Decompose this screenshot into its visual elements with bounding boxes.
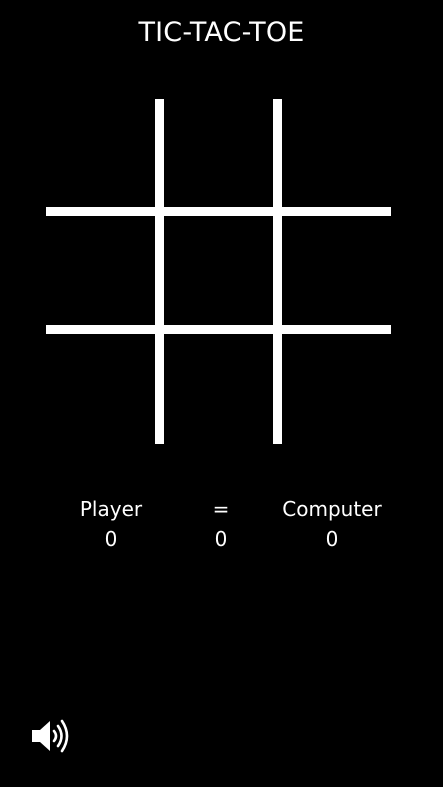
board-cell-3[interactable] [282, 99, 391, 207]
board-cell-9[interactable] [282, 334, 391, 442]
game-title: TIC-TAC-TOE [138, 17, 305, 48]
board-cell-1[interactable] [46, 99, 155, 207]
game-board [46, 99, 391, 444]
grid-line-vertical-right [273, 99, 282, 444]
grid-line-horizontal-bottom [46, 325, 391, 334]
board-cell-6[interactable] [282, 216, 391, 324]
computer-score-label: Computer [282, 497, 382, 521]
board-cell-2[interactable] [164, 99, 273, 207]
board-cell-8[interactable] [164, 334, 273, 442]
board-cell-7[interactable] [46, 334, 155, 442]
computer-score-value: 0 [325, 527, 339, 551]
grid-line-horizontal-top [46, 207, 391, 216]
speaker-icon [32, 719, 69, 753]
sound-toggle-button[interactable] [30, 716, 72, 756]
board-cell-4[interactable] [46, 216, 155, 324]
grid-line-vertical-left [155, 99, 164, 444]
board-cell-5[interactable] [164, 216, 273, 324]
computer-score: Computer 0 [262, 494, 402, 554]
